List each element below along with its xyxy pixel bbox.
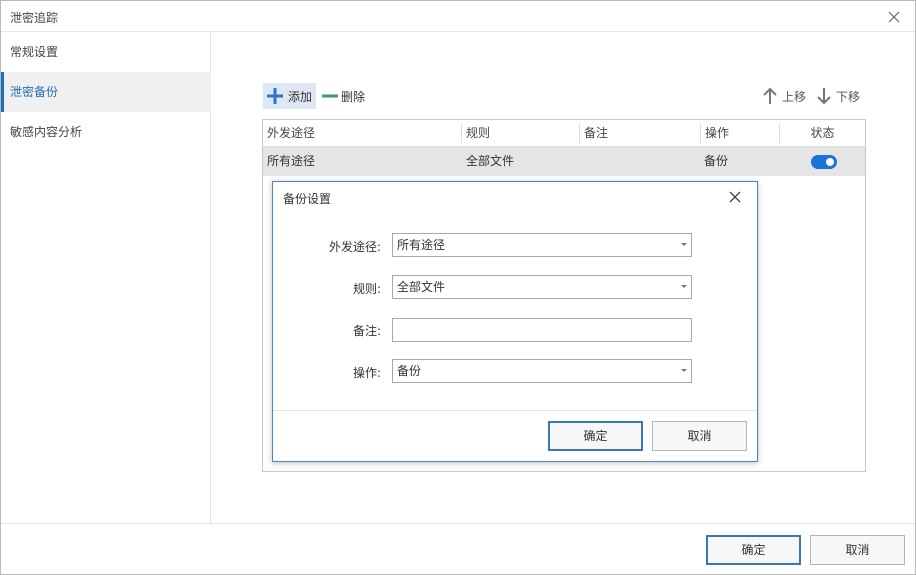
rule-select[interactable]: 全部文件 (392, 275, 692, 299)
action-label: 操作: (352, 366, 381, 380)
move-down-button[interactable]: 下移 (816, 83, 864, 109)
ok-button[interactable]: 确定 (706, 535, 801, 565)
delete-button-label: 删除 (341, 89, 366, 104)
column-header-note[interactable]: 备注 (580, 120, 700, 147)
cell-action: 备份 (704, 154, 729, 168)
rule-select-value: 全部文件 (397, 280, 446, 294)
delete-button[interactable]: 删除 (321, 83, 373, 109)
cell-note (580, 147, 584, 176)
dialog-divider (273, 410, 757, 411)
column-header-status[interactable]: 状态 (780, 120, 865, 147)
column-header-rule[interactable]: 规则 (462, 120, 579, 147)
window-footer: 确定 取消 (1, 523, 915, 575)
dialog-close-icon[interactable] (729, 191, 741, 203)
note-input[interactable] (392, 318, 692, 342)
channel-label: 外发途径: (328, 240, 381, 254)
sidebar-item-general[interactable]: 常规设置 (1, 32, 211, 72)
note-label: 备注: (352, 324, 381, 338)
action-select-value: 备份 (397, 364, 422, 378)
move-up-label: 上移 (782, 89, 807, 104)
toggle-knob (826, 158, 834, 166)
add-button[interactable]: 添加 (263, 83, 316, 109)
title-bar: 泄密追踪 (1, 1, 915, 32)
move-up-button[interactable]: 上移 (762, 83, 810, 109)
rule-label: 规则: (352, 282, 381, 296)
settings-window: 泄密追踪 常规设置 泄密备份 敏感内容分析 添加 删除 上移 下移 外发途径 规… (0, 0, 916, 575)
cell-rule: 全部文件 (466, 154, 515, 168)
chevron-down-icon (681, 285, 687, 288)
column-header-channel[interactable]: 外发途径 (263, 120, 461, 147)
table-row[interactable]: 所有途径 全部文件 备份 (263, 147, 865, 176)
sidebar-item-leak-backup[interactable]: 泄密备份 (1, 72, 211, 112)
chevron-down-icon (681, 243, 687, 246)
action-select[interactable]: 备份 (392, 359, 692, 383)
sidebar: 常规设置 泄密备份 敏感内容分析 (1, 32, 211, 523)
column-header-action[interactable]: 操作 (701, 120, 779, 147)
minus-icon (322, 94, 338, 98)
sidebar-item-sensitive-content[interactable]: 敏感内容分析 (1, 112, 211, 152)
cell-channel: 所有途径 (267, 154, 316, 168)
cancel-button[interactable]: 取消 (810, 535, 905, 565)
move-down-label: 下移 (836, 89, 861, 104)
plus-icon (267, 88, 283, 104)
dialog-title: 备份设置 (283, 192, 332, 206)
add-button-label: 添加 (288, 89, 313, 104)
dialog-cancel-button[interactable]: 取消 (652, 421, 747, 451)
status-toggle[interactable] (811, 155, 837, 169)
dialog-ok-button[interactable]: 确定 (548, 421, 643, 451)
table-header: 外发途径 规则 备注 操作 状态 (263, 120, 865, 147)
chevron-down-icon (681, 369, 687, 372)
channel-select-value: 所有途径 (397, 238, 446, 252)
close-icon[interactable] (887, 10, 901, 24)
channel-select[interactable]: 所有途径 (392, 233, 692, 257)
arrow-down-icon (817, 88, 831, 105)
arrow-up-icon (763, 87, 777, 104)
backup-settings-dialog: 备份设置 外发途径: 所有途径 规则: 全部文件 备注: 操作: 备份 确定 取… (272, 181, 758, 462)
window-title: 泄密追踪 (10, 11, 59, 25)
